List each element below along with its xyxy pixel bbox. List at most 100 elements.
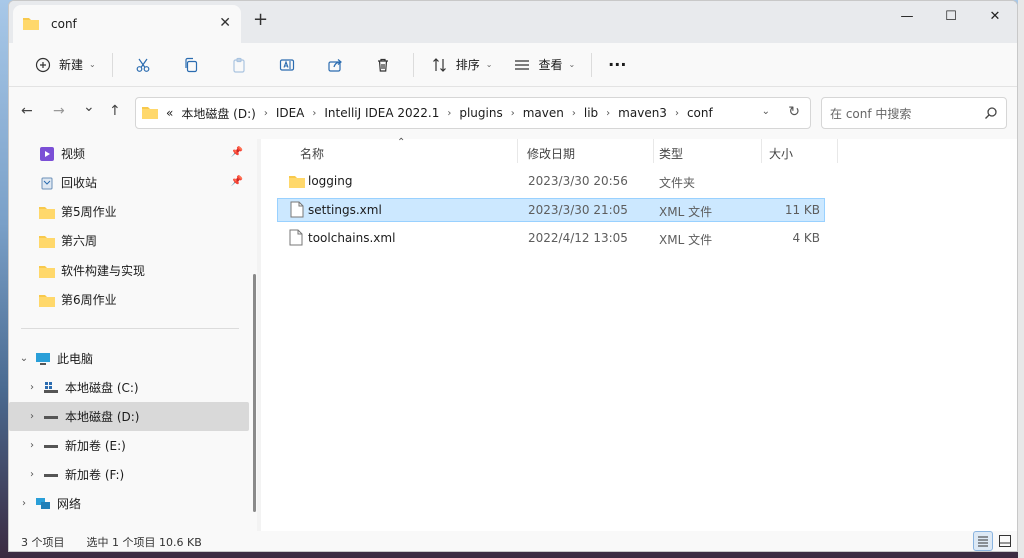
tab-conf[interactable]: conf ✕: [13, 5, 241, 43]
sidebar-item-drive-f[interactable]: › 新加卷 (F:): [9, 460, 249, 489]
back-button[interactable]: ←: [21, 103, 33, 119]
folder-icon: [39, 233, 55, 249]
file-size: 4 KB: [792, 231, 820, 245]
column-divider[interactable]: [517, 139, 518, 163]
file-list: ⌃ 名称 修改日期 类型 大小 logging 2023/3/30 20:56 …: [261, 137, 1017, 531]
file-name: toolchains.xml: [308, 231, 396, 245]
sidebar-item-drive-d[interactable]: › 本地磁盘 (D:): [9, 402, 249, 431]
file-type: 文件夹: [659, 176, 696, 190]
preview-pane-icon[interactable]: [995, 531, 1015, 551]
breadcrumb-maven3[interactable]: maven3: [618, 106, 667, 120]
breadcrumb-conf[interactable]: conf: [687, 106, 713, 120]
sidebar-item-label: 本地磁盘 (D:): [65, 410, 140, 424]
chevron-right-icon[interactable]: ›: [447, 108, 451, 119]
search-icon[interactable]: [984, 106, 998, 123]
sidebar-item-week6-b[interactable]: 第6周作业: [9, 285, 249, 314]
more-button[interactable]: ···: [598, 50, 636, 80]
search-input[interactable]: 在 conf 中搜索: [821, 97, 1007, 129]
maximize-button[interactable]: ☐: [929, 1, 973, 31]
breadcrumb-intellij[interactable]: IntelliJ IDEA 2022.1: [324, 106, 439, 120]
search-placeholder: 在 conf 中搜索: [830, 106, 912, 121]
chevron-right-icon[interactable]: ›: [25, 411, 39, 422]
chevron-right-icon[interactable]: ›: [606, 108, 610, 119]
breadcrumb-drive-d[interactable]: 本地磁盘 (D:): [181, 105, 255, 122]
copy-button[interactable]: [167, 50, 215, 80]
chevron-right-icon[interactable]: ›: [511, 108, 515, 119]
chevron-right-icon[interactable]: ›: [25, 440, 39, 451]
refresh-icon[interactable]: ↻: [788, 104, 800, 120]
sort-button[interactable]: 排序 ⌄: [420, 50, 503, 80]
delete-button[interactable]: [359, 50, 407, 80]
sidebar-scrollbar[interactable]: [253, 274, 256, 512]
sidebar-item-drive-c[interactable]: › 本地磁盘 (C:): [9, 373, 249, 402]
file-row-settings[interactable]: settings.xml 2023/3/30 21:05 XML 文件 11 K…: [277, 198, 825, 222]
chevron-right-icon[interactable]: ›: [25, 382, 39, 393]
up-button[interactable]: ↑: [109, 103, 121, 119]
chevron-right-icon[interactable]: ›: [312, 108, 316, 119]
computer-icon: [35, 351, 51, 367]
breadcrumb-maven[interactable]: maven: [523, 106, 564, 120]
address-dropdown-icon[interactable]: ⌄: [762, 106, 770, 117]
column-header-size[interactable]: 大小: [769, 145, 793, 162]
file-row-toolchains[interactable]: toolchains.xml 2022/4/12 13:05 XML 文件 4 …: [277, 227, 825, 251]
sidebar-item-label: 第6周作业: [61, 293, 117, 307]
breadcrumb-lib[interactable]: lib: [584, 106, 598, 120]
folder-icon: [39, 292, 55, 308]
view-label: 查看: [538, 58, 563, 72]
sidebar-item-this-pc[interactable]: ⌄ 此电脑: [9, 344, 249, 373]
pin-icon[interactable]: 📌: [231, 147, 243, 158]
column-divider[interactable]: [653, 139, 654, 163]
sidebar-item-week6-a[interactable]: 第六周: [9, 226, 249, 255]
new-button[interactable]: 新建 ⌄: [23, 50, 106, 80]
folder-icon: [39, 263, 55, 279]
sort-ascending-icon: ⌃: [397, 137, 406, 148]
pin-icon[interactable]: 📌: [231, 176, 243, 187]
chevron-right-icon[interactable]: ›: [572, 108, 576, 119]
file-modified: 2023/3/30 21:05: [528, 203, 628, 217]
system-drive-icon: [43, 380, 59, 396]
column-header-type[interactable]: 类型: [659, 145, 683, 162]
recent-locations-button[interactable]: ⌄: [83, 99, 95, 115]
sidebar-item-week5[interactable]: 第5周作业: [9, 197, 249, 226]
sort-icon: [430, 55, 450, 75]
column-header-name[interactable]: 名称: [300, 145, 324, 162]
breadcrumb-overflow[interactable]: «: [166, 106, 173, 120]
sidebar-item-label: 此电脑: [57, 352, 94, 366]
file-row-logging[interactable]: logging 2023/3/30 20:56 文件夹: [277, 170, 825, 194]
chevron-right-icon[interactable]: ›: [675, 108, 679, 119]
sidebar-item-recycle-bin[interactable]: 回收站 📌: [9, 168, 249, 197]
file-name: logging: [308, 174, 353, 188]
column-header-modified[interactable]: 修改日期: [527, 145, 575, 162]
file-modified: 2022/4/12 13:05: [528, 231, 628, 245]
view-button[interactable]: 查看 ⌄: [502, 50, 585, 80]
chevron-down-icon[interactable]: ⌄: [17, 353, 31, 364]
close-tab-icon[interactable]: ✕: [219, 15, 231, 31]
share-icon: [325, 55, 345, 75]
close-window-button[interactable]: ✕: [973, 1, 1017, 31]
breadcrumb-plugins[interactable]: plugins: [459, 106, 502, 120]
breadcrumb-idea[interactable]: IDEA: [276, 106, 305, 120]
title-bar: conf ✕ + — ☐ ✕: [9, 1, 1017, 43]
sidebar-item-label: 本地磁盘 (C:): [65, 381, 139, 395]
minimize-button[interactable]: —: [885, 1, 929, 31]
sidebar-item-label: 软件构建与实现: [61, 264, 146, 278]
new-label: 新建: [59, 58, 84, 72]
column-divider[interactable]: [761, 139, 762, 163]
address-bar[interactable]: « 本地磁盘 (D:) › IDEA › IntelliJ IDEA 2022.…: [135, 97, 811, 129]
details-view-icon[interactable]: [973, 531, 993, 551]
share-button[interactable]: [311, 50, 359, 80]
chevron-right-icon[interactable]: ›: [264, 108, 268, 119]
paste-button[interactable]: [215, 50, 263, 80]
rename-button[interactable]: [263, 50, 311, 80]
new-tab-button[interactable]: +: [253, 11, 268, 29]
forward-button[interactable]: →: [53, 103, 65, 119]
sidebar-item-software[interactable]: 软件构建与实现: [9, 256, 249, 285]
sidebar-item-network[interactable]: › 网络: [9, 489, 249, 518]
cut-button[interactable]: [119, 50, 167, 80]
chevron-right-icon[interactable]: ›: [17, 498, 31, 509]
sidebar-item-drive-e[interactable]: › 新加卷 (E:): [9, 431, 249, 460]
chevron-right-icon[interactable]: ›: [25, 469, 39, 480]
sidebar-item-videos[interactable]: 视频 📌: [9, 139, 249, 168]
background-window-edge: [1018, 0, 1024, 558]
column-divider[interactable]: [837, 139, 838, 163]
